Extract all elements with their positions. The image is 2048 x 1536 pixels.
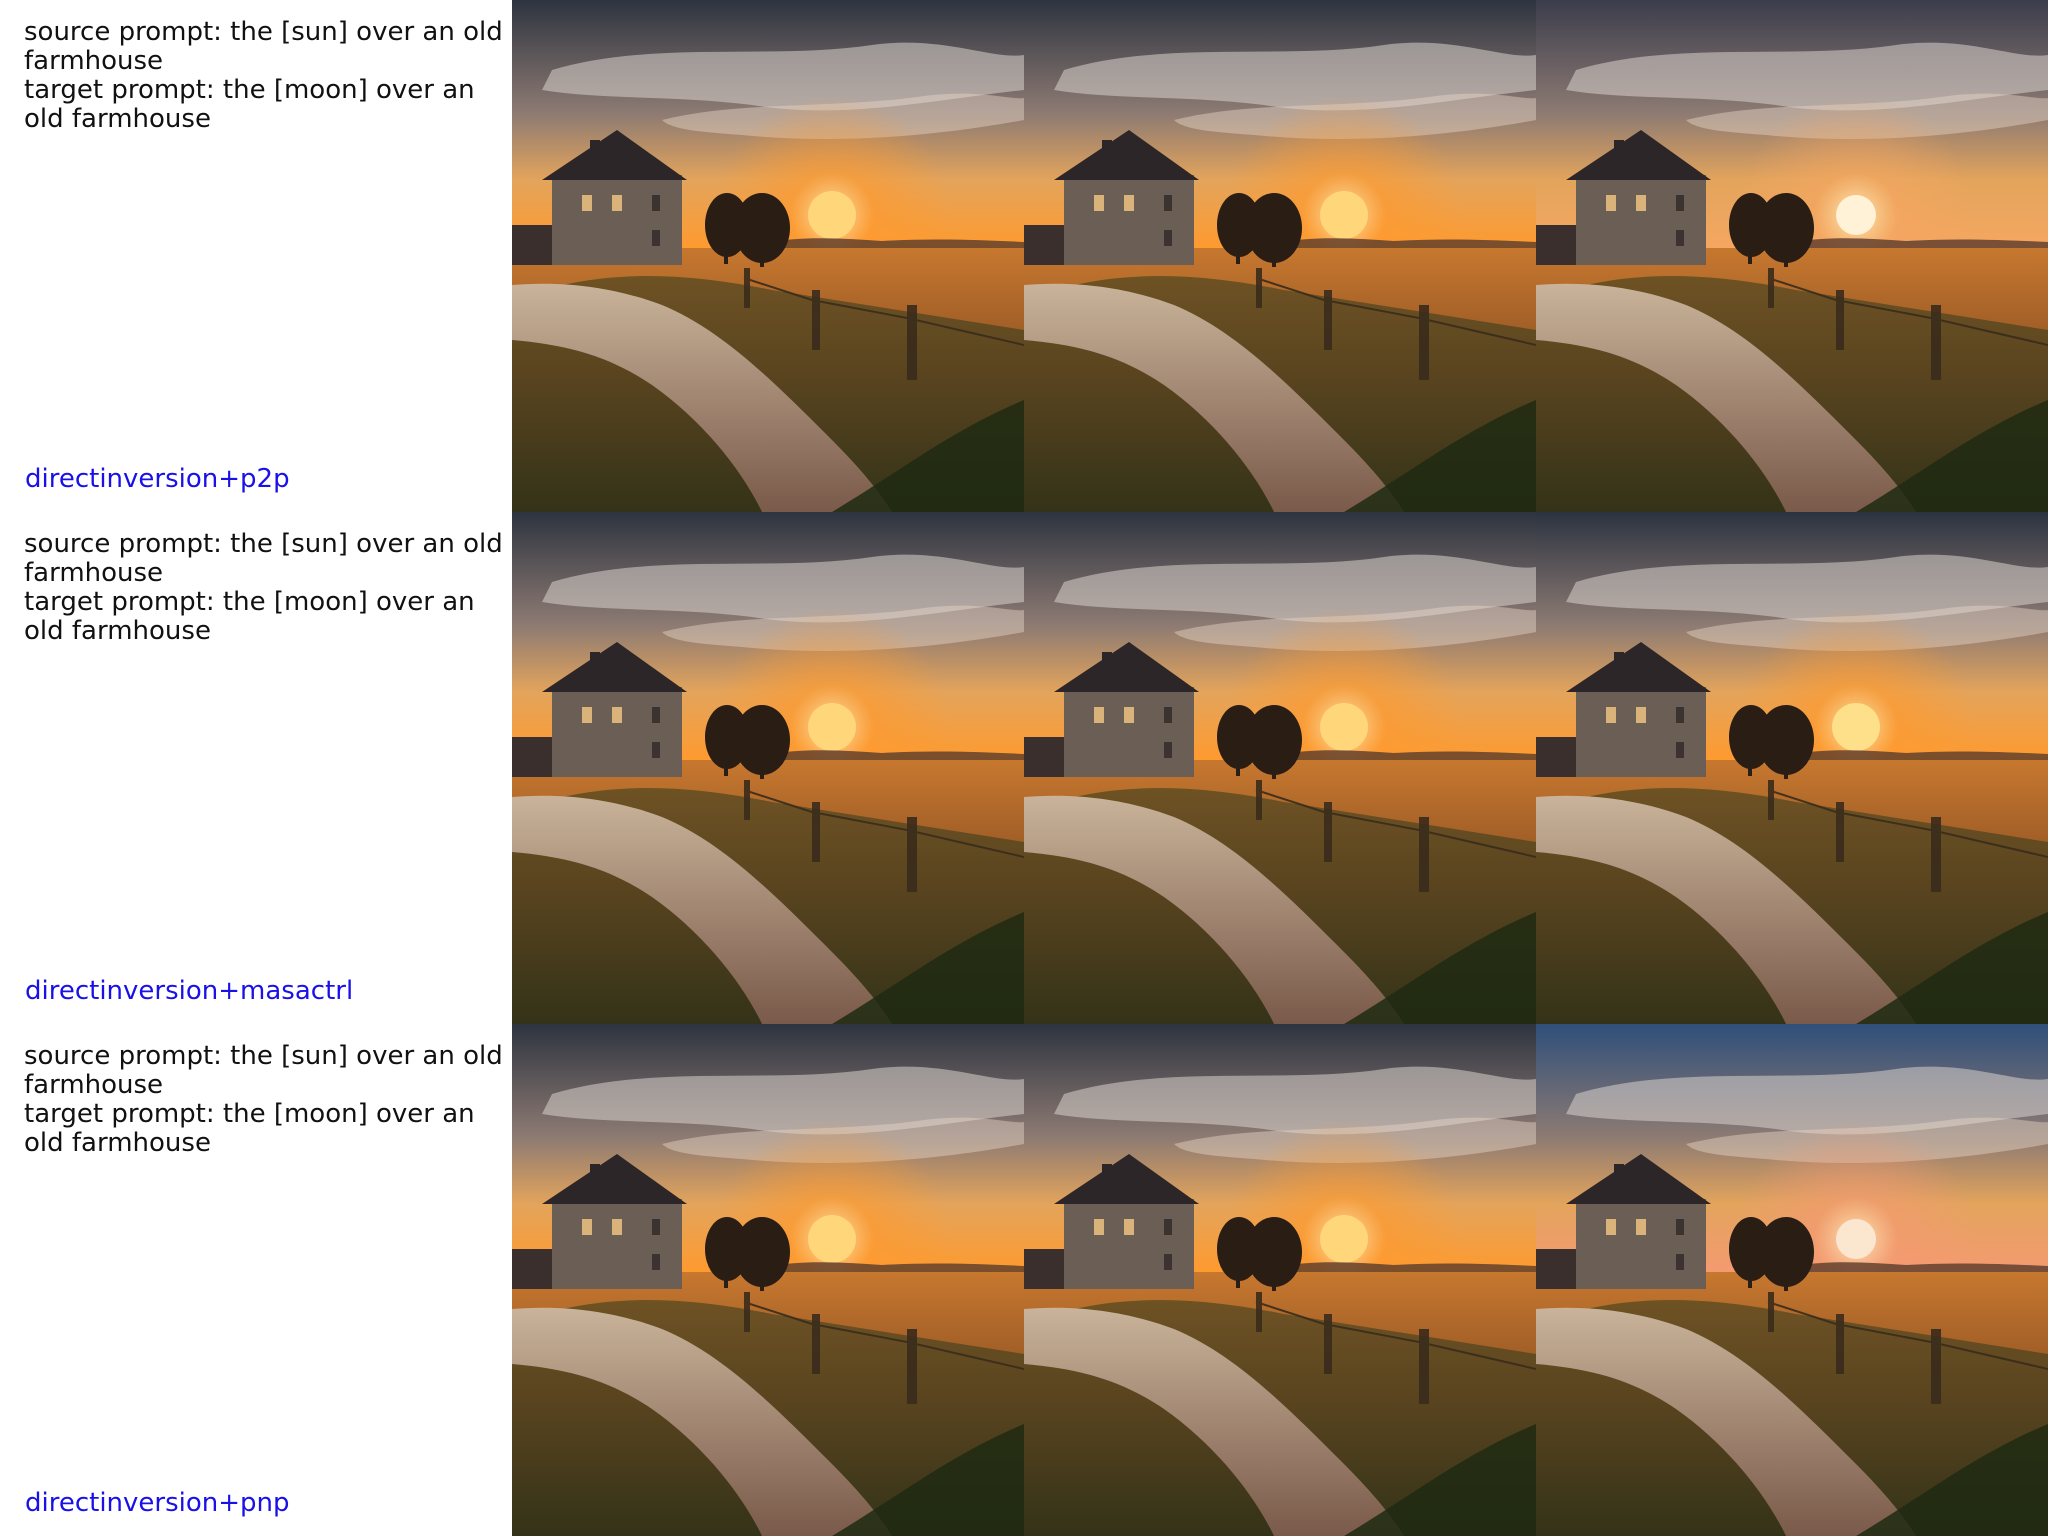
farmhouse-scene-image xyxy=(1024,512,1536,1024)
farmhouse-scene-image xyxy=(512,512,1024,1024)
method-label: directinversion+p2p xyxy=(25,464,290,494)
result-row: source prompt: the [sun] over an old far… xyxy=(0,1024,2048,1536)
image-tile xyxy=(1024,512,1536,1024)
result-row: source prompt: the [sun] over an old far… xyxy=(0,512,2048,1024)
source-prompt: source prompt: the [sun] over an old far… xyxy=(24,17,503,76)
row-label-panel: source prompt: the [sun] over an old far… xyxy=(0,0,512,512)
prompt-text: source prompt: the [sun] over an old far… xyxy=(24,530,510,646)
farmhouse-scene-image xyxy=(1024,1024,1536,1536)
prompt-text: source prompt: the [sun] over an old far… xyxy=(24,18,510,134)
method-label: directinversion+masactrl xyxy=(25,976,354,1006)
image-tile xyxy=(512,1024,1024,1536)
target-prompt: target prompt: the [moon] over an old fa… xyxy=(24,1099,475,1158)
source-prompt: source prompt: the [sun] over an old far… xyxy=(24,529,503,588)
row-label-panel: source prompt: the [sun] over an old far… xyxy=(0,1024,512,1536)
farmhouse-scene-image xyxy=(1536,512,2048,1024)
image-tile xyxy=(1024,0,1536,512)
image-tile xyxy=(1536,0,2048,512)
farmhouse-scene-image xyxy=(1536,1024,2048,1536)
method-label: directinversion+pnp xyxy=(25,1488,290,1518)
result-row: source prompt: the [sun] over an old far… xyxy=(0,0,2048,512)
farmhouse-scene-image xyxy=(512,0,1024,512)
image-tile xyxy=(1536,512,2048,1024)
image-tile xyxy=(1024,1024,1536,1536)
farmhouse-scene-image xyxy=(512,1024,1024,1536)
row-label-panel: source prompt: the [sun] over an old far… xyxy=(0,512,512,1024)
farmhouse-scene-image xyxy=(1024,0,1536,512)
source-prompt: source prompt: the [sun] over an old far… xyxy=(24,1041,503,1100)
farmhouse-scene-image xyxy=(1536,0,2048,512)
target-prompt: target prompt: the [moon] over an old fa… xyxy=(24,587,475,646)
prompt-text: source prompt: the [sun] over an old far… xyxy=(24,1042,510,1158)
image-tile xyxy=(512,512,1024,1024)
image-tile xyxy=(1536,1024,2048,1536)
image-tile xyxy=(512,0,1024,512)
target-prompt: target prompt: the [moon] over an old fa… xyxy=(24,75,475,134)
